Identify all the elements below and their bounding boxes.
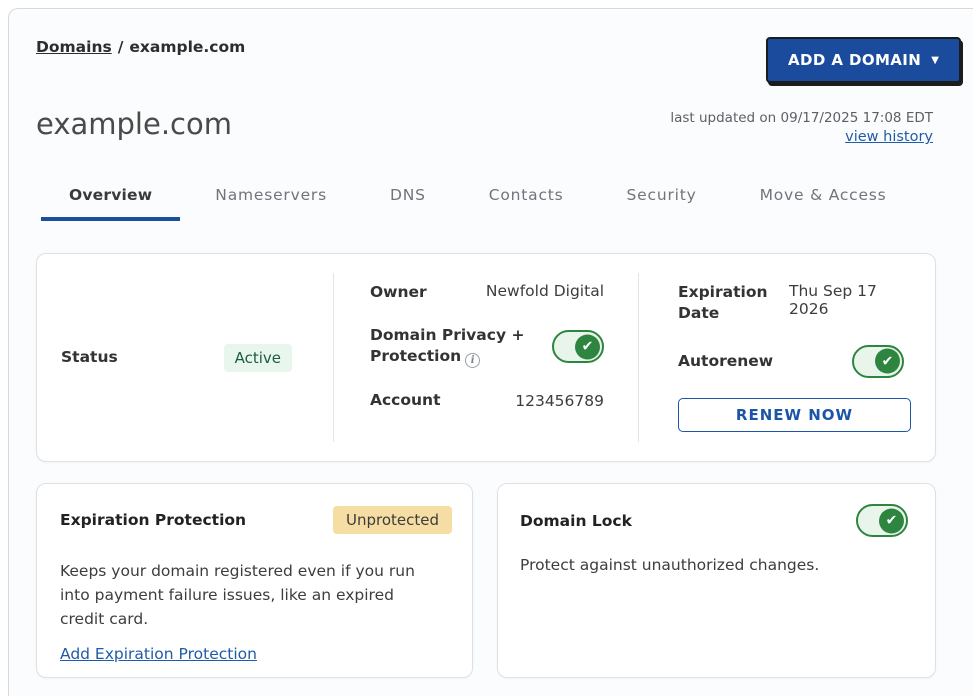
chevron-down-icon: ▼ bbox=[931, 56, 939, 66]
add-a-domain-label: ADD A DOMAIN bbox=[788, 51, 921, 69]
view-history-link[interactable]: view history bbox=[845, 129, 933, 145]
last-updated-text: last updated on 09/17/2025 17:08 EDT bbox=[670, 110, 933, 126]
tab-nameservers[interactable]: Nameservers bbox=[187, 186, 355, 221]
domain-lock-title: Domain Lock bbox=[520, 512, 632, 530]
account-row: Account 123456789 bbox=[370, 390, 604, 411]
renewal-section: Expiration Date Thu Sep 17 2026 Autorene… bbox=[639, 254, 935, 461]
expiration-date-label: Expiration Date bbox=[678, 282, 789, 324]
breadcrumb-current: example.com bbox=[129, 38, 245, 56]
domain-lock-header: Domain Lock ✔ bbox=[520, 504, 908, 537]
owner-value: Newfold Digital bbox=[486, 282, 604, 300]
autorenew-row: Autorenew ✔ bbox=[678, 345, 908, 378]
tab-bar: Overview Nameservers DNS Contacts Securi… bbox=[41, 186, 922, 221]
status-badge: Active bbox=[224, 344, 292, 372]
tab-overview[interactable]: Overview bbox=[41, 186, 180, 221]
expiration-protection-card: Expiration Protection Unprotected Keeps … bbox=[36, 483, 473, 678]
tab-dns[interactable]: DNS bbox=[362, 186, 454, 221]
privacy-label: Domain Privacy + Protectioni bbox=[370, 325, 530, 368]
info-icon[interactable]: i bbox=[465, 353, 480, 368]
breadcrumb-domains-link[interactable]: Domains bbox=[36, 38, 112, 56]
status-section: Status Active bbox=[37, 254, 333, 461]
tab-move-access[interactable]: Move & Access bbox=[732, 186, 915, 221]
expiration-row: Expiration Date Thu Sep 17 2026 bbox=[678, 282, 908, 324]
autorenew-toggle[interactable]: ✔ bbox=[852, 345, 904, 378]
owner-label: Owner bbox=[370, 282, 427, 303]
unprotected-badge: Unprotected bbox=[333, 506, 452, 534]
renew-now-button[interactable]: RENEW NOW bbox=[678, 398, 911, 432]
check-icon: ✔ bbox=[875, 349, 900, 374]
domain-lock-toggle[interactable]: ✔ bbox=[856, 504, 908, 537]
expiration-protection-description: Keeps your domain registered even if you… bbox=[60, 559, 440, 631]
privacy-toggle[interactable]: ✔ bbox=[552, 330, 604, 363]
owner-row: Owner Newfold Digital bbox=[370, 282, 604, 303]
expiration-date-value: Thu Sep 17 2026 bbox=[789, 282, 908, 318]
privacy-row: Domain Privacy + Protectioni ✔ bbox=[370, 325, 604, 368]
status-label: Status bbox=[61, 347, 118, 368]
page-title: example.com bbox=[36, 107, 232, 141]
domain-lock-card: Domain Lock ✔ Protect against unauthoriz… bbox=[497, 483, 936, 678]
account-value: 123456789 bbox=[515, 392, 604, 410]
breadcrumb: Domains / example.com bbox=[36, 38, 245, 56]
check-icon: ✔ bbox=[879, 508, 904, 533]
domain-overview-card: Status Active Owner Newfold Digital Doma… bbox=[36, 253, 936, 462]
expiration-protection-header: Expiration Protection Unprotected bbox=[60, 506, 452, 534]
breadcrumb-separator: / bbox=[118, 38, 124, 56]
domain-lock-description: Protect against unauthorized changes. bbox=[520, 553, 900, 577]
tab-contacts[interactable]: Contacts bbox=[461, 186, 592, 221]
tab-security[interactable]: Security bbox=[599, 186, 725, 221]
check-icon: ✔ bbox=[575, 334, 600, 359]
autorenew-label: Autorenew bbox=[678, 351, 773, 372]
registration-section: Owner Newfold Digital Domain Privacy + P… bbox=[333, 273, 639, 442]
add-expiration-protection-link[interactable]: Add Expiration Protection bbox=[60, 645, 257, 663]
add-a-domain-button[interactable]: ADD A DOMAIN ▼ bbox=[766, 37, 961, 83]
account-label: Account bbox=[370, 390, 441, 411]
expiration-protection-title: Expiration Protection bbox=[60, 511, 246, 529]
